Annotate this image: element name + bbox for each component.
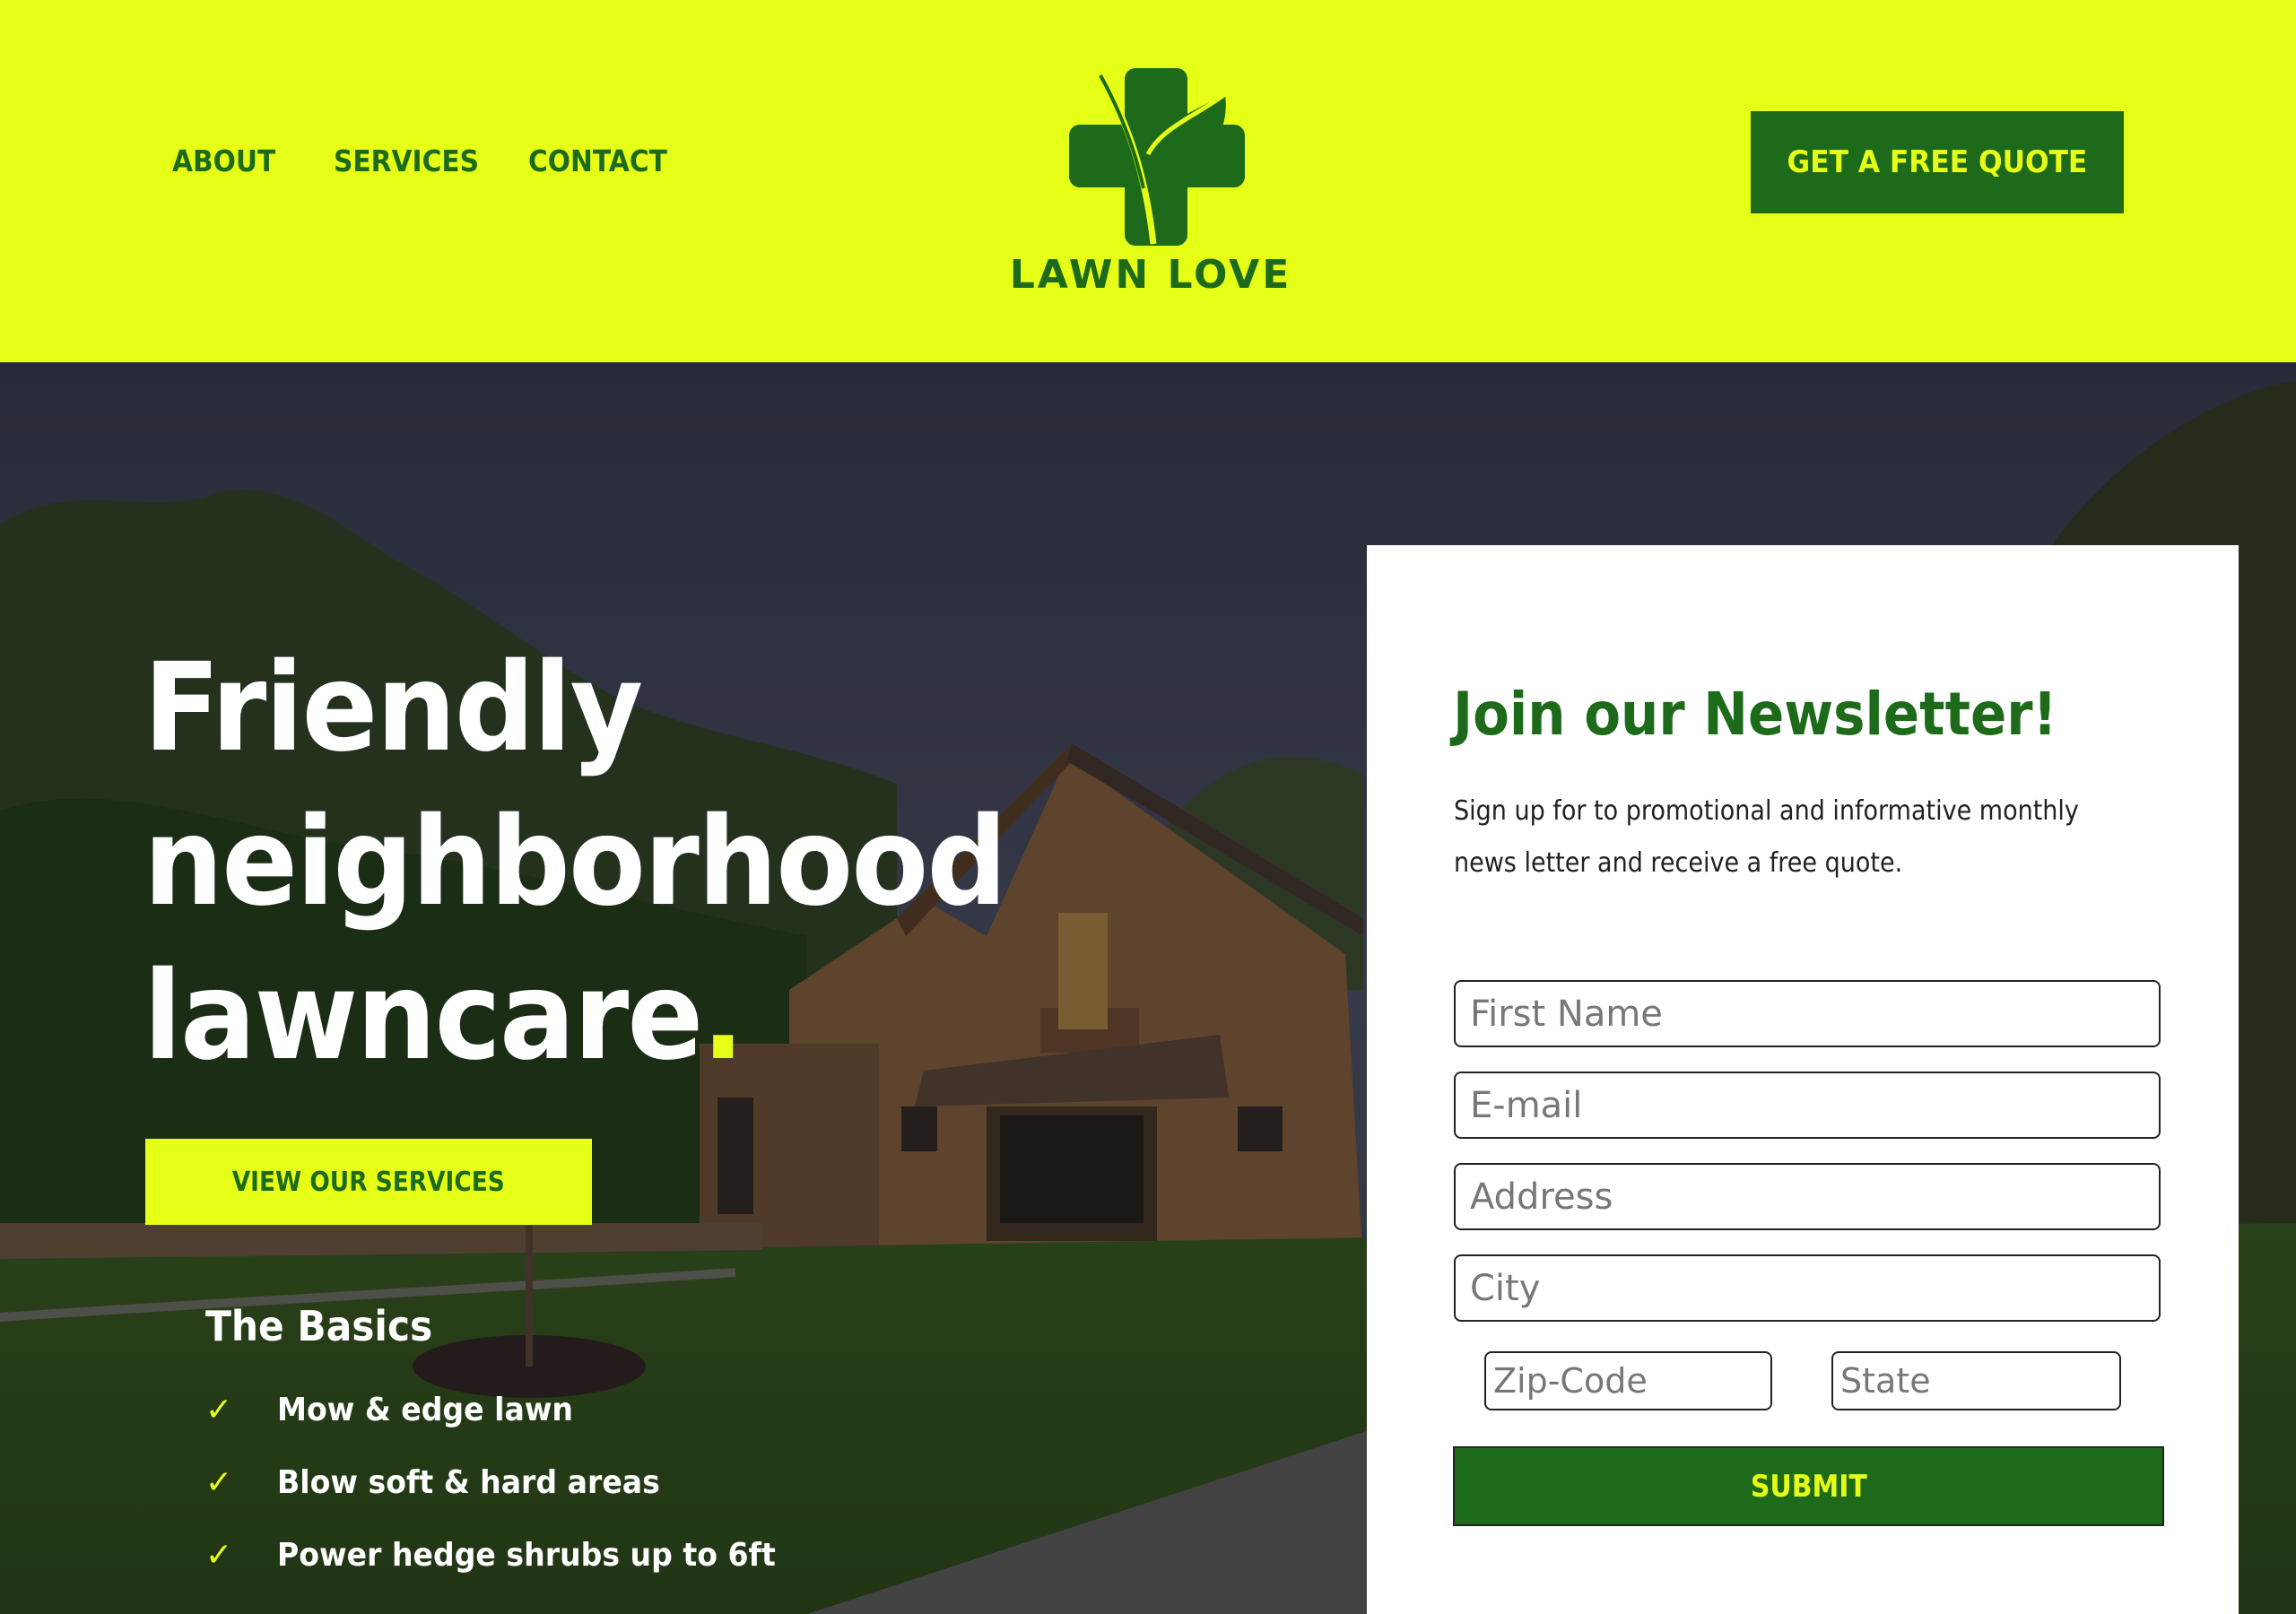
- checkmark-icon: ✓: [205, 1464, 233, 1501]
- newsletter-card: Join our Newsletter! Sign up for to prom…: [1367, 545, 2239, 1614]
- basics-title: The Basics: [205, 1302, 433, 1350]
- submit-label: SUBMIT: [1750, 1468, 1867, 1505]
- basics-list: ✓ Mow & edge lawn ✓ Blow soft & hard are…: [205, 1374, 819, 1592]
- submit-button[interactable]: SUBMIT: [1453, 1446, 2164, 1526]
- address-input[interactable]: [1454, 1163, 2161, 1230]
- view-our-services-button[interactable]: VIEW OUR SERVICES: [145, 1139, 592, 1225]
- zip-code-input[interactable]: [1484, 1351, 1772, 1410]
- view-our-services-label: VIEW OUR SERVICES: [231, 1166, 506, 1198]
- newsletter-title: Join our Newsletter!: [1453, 680, 2057, 749]
- get-free-quote-label: GET A FREE QUOTE: [1787, 144, 2088, 180]
- checkmark-icon: ✓: [205, 1537, 233, 1574]
- list-item: ✓ Power hedge shrubs up to 6ft: [205, 1519, 819, 1592]
- nav-link-about[interactable]: ABOUT: [172, 143, 275, 178]
- basics-item-label: Blow soft & hard areas: [277, 1464, 660, 1501]
- logo[interactable]: LAWN LOVE: [987, 54, 1309, 305]
- nav-link-contact[interactable]: CONTACT: [528, 143, 667, 178]
- city-input[interactable]: [1454, 1254, 2161, 1322]
- checkmark-icon: ✓: [205, 1392, 233, 1428]
- list-item: ✓ Mow & edge lawn: [205, 1374, 819, 1446]
- hero-title: Friendly neighborhood lawncare.: [144, 631, 1081, 1094]
- logo-text: LAWN LOVE: [1009, 252, 1292, 298]
- newsletter-description: Sign up for to promotional and informati…: [1454, 795, 2079, 879]
- first-name-input[interactable]: [1454, 980, 2161, 1047]
- basics-item-label: Mow & edge lawn: [277, 1392, 574, 1428]
- hero-title-line-3: lawncare.: [144, 940, 1005, 1094]
- hero-title-line-1: Friendly: [144, 638, 643, 779]
- site-header: ABOUT SERVICES CONTACT LAWN LOVE GET A F…: [0, 0, 2296, 362]
- basics-item-label: Power hedge shrubs up to 6ft: [277, 1537, 776, 1574]
- list-item: ✓ Blow soft & hard areas: [205, 1446, 819, 1519]
- state-input[interactable]: [1831, 1351, 2121, 1410]
- nav-link-services[interactable]: SERVICES: [334, 143, 479, 178]
- get-free-quote-button[interactable]: GET A FREE QUOTE: [1751, 111, 2124, 213]
- hero-title-line-3-text: lawncare: [144, 946, 703, 1088]
- email-input[interactable]: [1454, 1072, 2161, 1139]
- hero-title-accent-dot: .: [701, 946, 744, 1088]
- hero-title-line-2: neighborhood: [144, 792, 1007, 933]
- cross-leaf-icon: [1069, 68, 1245, 246]
